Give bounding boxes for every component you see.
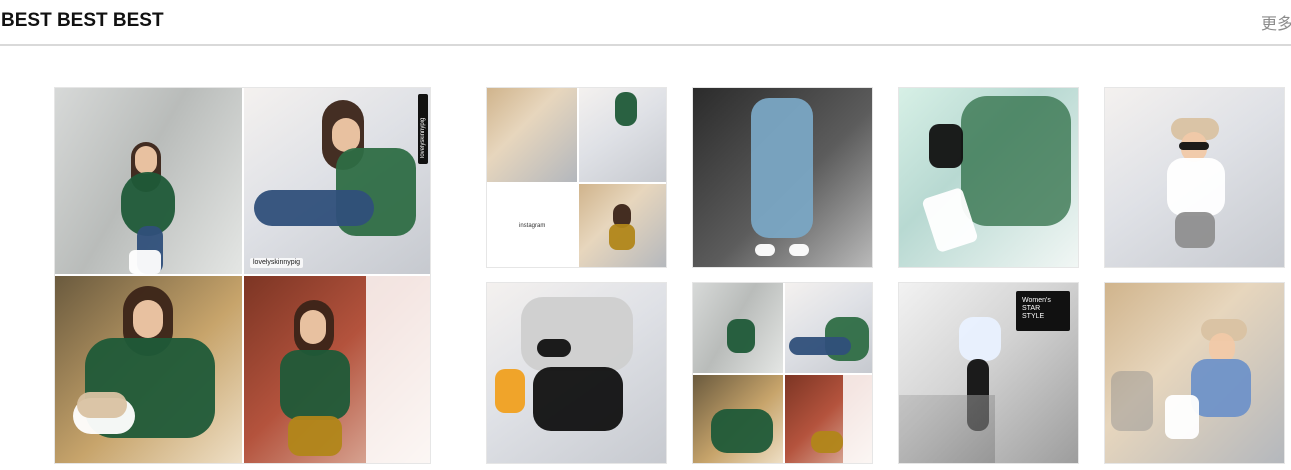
- product-tile-1[interactable]: instagram: [486, 87, 667, 268]
- tile-7-image: Women's STAR STYLE: [899, 283, 1078, 463]
- skirt-shape: [288, 416, 342, 456]
- shirt-shape: [615, 92, 637, 126]
- shirt-shape: [959, 317, 1001, 361]
- tile-4-image: [1105, 88, 1284, 267]
- bag-shape: [129, 250, 161, 274]
- tile-1-collage-top-right: [579, 88, 666, 182]
- product-tile-6[interactable]: [692, 282, 873, 464]
- big-collage-tile[interactable]: lovelyskinnypig lovelyskinnypig: [54, 87, 431, 464]
- product-tile-3[interactable]: [898, 87, 1079, 268]
- skirt-shape: [811, 431, 843, 453]
- tile-6-collage-top-left: [693, 283, 783, 373]
- tile-5-image: [487, 283, 666, 463]
- instagram-watermark-top: lovelyskinnypig: [420, 117, 426, 158]
- jeans-shape: [789, 337, 851, 355]
- product-tile-8[interactable]: [1104, 282, 1285, 464]
- sunglasses-shape: [537, 339, 571, 357]
- cart-shape: [1111, 371, 1153, 431]
- shoe-shape: [789, 244, 809, 256]
- cup-shape: [929, 124, 963, 168]
- door-shape: [843, 375, 872, 463]
- tile-6-collage-bottom-left: [693, 375, 783, 463]
- product-tile-4[interactable]: [1104, 87, 1285, 268]
- blouse-shape: [711, 409, 773, 453]
- instagram-watermark-bottom: lovelyskinnypig: [250, 258, 304, 268]
- jeans-shape: [254, 190, 374, 226]
- product-grid: lovelyskinnypig lovelyskinnypig instagra…: [0, 0, 1291, 470]
- product-tile-2[interactable]: [692, 87, 873, 268]
- skirt-shape: [1175, 212, 1215, 248]
- skirt-shape: [533, 367, 623, 431]
- blouse-shape: [280, 350, 350, 420]
- drink-shape: [495, 369, 525, 413]
- tile-2-image: [693, 88, 872, 267]
- tile-8-image: [1105, 283, 1284, 463]
- shirt-shape: [609, 224, 635, 250]
- wall-sign: Women's STAR STYLE: [1016, 291, 1070, 331]
- tile-1-caption: instagram: [519, 223, 546, 229]
- sunglasses-shape: [1179, 142, 1209, 150]
- blouse-print-shape: [961, 96, 1071, 226]
- big-collage-image-bottom-left: [55, 276, 242, 463]
- big-collage-image-bottom-right: [244, 276, 430, 463]
- tile-3-image: [899, 88, 1078, 267]
- wall-sign-text: Women's STAR STYLE: [1022, 297, 1051, 320]
- tile-6-collage-bottom-right: [785, 375, 872, 463]
- face-shape: [332, 118, 360, 152]
- big-collage-image-top-right: lovelyskinnypig lovelyskinnypig: [244, 88, 430, 274]
- tile-1-collage-bottom-left: instagram: [487, 184, 577, 267]
- shirt-shape: [1167, 158, 1225, 216]
- jeans-shape: [751, 98, 813, 238]
- tile-1-collage-bottom-right: [579, 184, 666, 267]
- tile-6-collage-top-right: [785, 283, 872, 373]
- tote-bag-shape: [1165, 395, 1199, 439]
- stairs-shape: [899, 395, 995, 463]
- blouse-shape: [727, 319, 755, 353]
- face-shape: [133, 300, 163, 338]
- shoe-shape: [755, 244, 775, 256]
- croissant-shape: [77, 392, 127, 418]
- product-tile-7[interactable]: Women's STAR STYLE: [898, 282, 1079, 464]
- product-tile-5[interactable]: [486, 282, 667, 464]
- shirt-shape: [1191, 359, 1251, 417]
- tile-1-collage-top-left: [487, 88, 577, 182]
- big-collage-image-top-left: [55, 88, 242, 274]
- door-shape: [366, 276, 430, 463]
- striped-top-shape: [521, 297, 633, 371]
- face-shape: [300, 310, 326, 344]
- face-shape: [135, 146, 157, 174]
